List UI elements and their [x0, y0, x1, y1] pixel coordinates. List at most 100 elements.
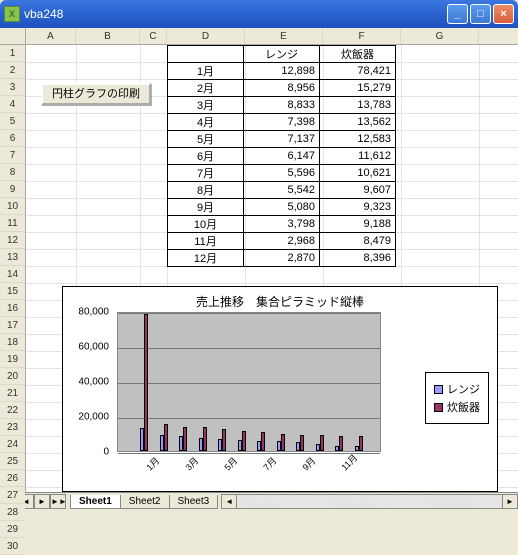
sheet-tab[interactable]: Sheet3: [169, 495, 219, 509]
row-header[interactable]: 19: [0, 351, 25, 368]
scroll-right-button[interactable]: ►: [502, 494, 518, 509]
select-all-corner[interactable]: [0, 28, 25, 45]
table-cell[interactable]: 2,968: [244, 233, 320, 250]
table-cell[interactable]: 6,147: [244, 148, 320, 165]
table-cell[interactable]: 7月: [168, 165, 244, 182]
table-cell[interactable]: 13,783: [320, 97, 396, 114]
table-cell[interactable]: 10,621: [320, 165, 396, 182]
y-tick-label: 80,000: [78, 307, 109, 318]
table-cell[interactable]: 11月: [168, 233, 244, 250]
table-cell[interactable]: 9,188: [320, 216, 396, 233]
table-cell[interactable]: 12,898: [244, 63, 320, 80]
row-header[interactable]: 10: [0, 198, 25, 215]
row-header[interactable]: 8: [0, 164, 25, 181]
table-header-cell[interactable]: レンジ: [244, 46, 320, 63]
column-header[interactable]: G: [401, 28, 479, 44]
table-cell[interactable]: 5月: [168, 131, 244, 148]
grid-area[interactable]: ABCDEFG 円柱グラフの印刷 レンジ炊飯器1月12,89878,4212月8…: [26, 28, 518, 492]
row-header[interactable]: 14: [0, 266, 25, 283]
plot-area: [117, 312, 381, 452]
print-chart-button[interactable]: 円柱グラフの印刷: [41, 83, 151, 105]
row-header[interactable]: 27: [0, 487, 25, 504]
close-button[interactable]: ×: [493, 4, 514, 24]
column-header[interactable]: D: [167, 28, 245, 44]
row-header[interactable]: 11: [0, 215, 25, 232]
table-cell[interactable]: 15,279: [320, 80, 396, 97]
window-title: vba248: [24, 7, 447, 21]
table-cell[interactable]: 10月: [168, 216, 244, 233]
status-bar: [0, 510, 518, 516]
row-header[interactable]: 15: [0, 283, 25, 300]
table-cell[interactable]: 5,596: [244, 165, 320, 182]
table-cell[interactable]: 8,396: [320, 250, 396, 267]
row-header[interactable]: 16: [0, 300, 25, 317]
column-header[interactable]: B: [76, 28, 140, 44]
row-header[interactable]: 24: [0, 436, 25, 453]
table-cell[interactable]: 9,323: [320, 199, 396, 216]
horizontal-scrollbar[interactable]: ◄ ►: [221, 494, 518, 509]
table-cell[interactable]: 1月: [168, 63, 244, 80]
table-cell[interactable]: 8,956: [244, 80, 320, 97]
row-header[interactable]: 18: [0, 334, 25, 351]
scroll-left-button[interactable]: ◄: [221, 494, 237, 509]
tab-nav-last[interactable]: ►►: [50, 494, 66, 509]
table-cell[interactable]: 9,607: [320, 182, 396, 199]
chart-body: 020,00040,00060,00080,000 1月3月5月7月9月11月 …: [63, 312, 497, 484]
table-cell[interactable]: 12月: [168, 250, 244, 267]
table-header-cell[interactable]: 炊飯器: [320, 46, 396, 63]
column-header[interactable]: A: [26, 28, 76, 44]
sheet-tab[interactable]: Sheet2: [120, 495, 170, 509]
table-cell[interactable]: 8月: [168, 182, 244, 199]
table-cell[interactable]: 13,562: [320, 114, 396, 131]
table-cell[interactable]: 9月: [168, 199, 244, 216]
table-cell[interactable]: 7,137: [244, 131, 320, 148]
column-headers: ABCDEFG: [26, 28, 518, 45]
column-header[interactable]: C: [140, 28, 167, 44]
row-header[interactable]: 21: [0, 385, 25, 402]
table-cell[interactable]: 3月: [168, 97, 244, 114]
row-header[interactable]: 20: [0, 368, 25, 385]
table-cell[interactable]: 5,080: [244, 199, 320, 216]
row-header[interactable]: 30: [0, 538, 25, 555]
embedded-chart[interactable]: 売上推移 集合ピラミッド縦棒 020,00040,00060,00080,000…: [62, 286, 498, 492]
minimize-button[interactable]: _: [447, 4, 468, 24]
row-header[interactable]: 12: [0, 232, 25, 249]
row-header[interactable]: 13: [0, 249, 25, 266]
scroll-track[interactable]: [237, 494, 502, 509]
row-header[interactable]: 3: [0, 79, 25, 96]
table-cell[interactable]: 8,833: [244, 97, 320, 114]
row-header[interactable]: 4: [0, 96, 25, 113]
column-header[interactable]: F: [323, 28, 401, 44]
table-cell[interactable]: 2月: [168, 80, 244, 97]
row-header[interactable]: 28: [0, 504, 25, 521]
row-header[interactable]: 7: [0, 147, 25, 164]
table-header-cell[interactable]: [168, 46, 244, 63]
table-cell[interactable]: 2,870: [244, 250, 320, 267]
row-header[interactable]: 29: [0, 521, 25, 538]
table-cell[interactable]: 6月: [168, 148, 244, 165]
maximize-button[interactable]: □: [470, 4, 491, 24]
table-cell[interactable]: 12,583: [320, 131, 396, 148]
row-header[interactable]: 9: [0, 181, 25, 198]
table-cell[interactable]: 8,479: [320, 233, 396, 250]
spreadsheet-workspace: 1234567891011121314151617181920212223242…: [0, 28, 518, 492]
row-header[interactable]: 23: [0, 419, 25, 436]
table-cell[interactable]: 4月: [168, 114, 244, 131]
x-tick-label: 9月: [299, 454, 318, 473]
row-header[interactable]: 2: [0, 62, 25, 79]
row-header[interactable]: 5: [0, 113, 25, 130]
table-cell[interactable]: 7,398: [244, 114, 320, 131]
table-cell[interactable]: 78,421: [320, 63, 396, 80]
row-header[interactable]: 6: [0, 130, 25, 147]
table-cell[interactable]: 11,612: [320, 148, 396, 165]
row-header[interactable]: 22: [0, 402, 25, 419]
row-header[interactable]: 1: [0, 45, 25, 62]
tab-nav-next[interactable]: ►: [34, 494, 50, 509]
row-header[interactable]: 25: [0, 453, 25, 470]
table-cell[interactable]: 3,798: [244, 216, 320, 233]
sheet-tab[interactable]: Sheet1: [70, 495, 121, 509]
row-header[interactable]: 26: [0, 470, 25, 487]
column-header[interactable]: E: [245, 28, 323, 44]
table-cell[interactable]: 5,542: [244, 182, 320, 199]
row-header[interactable]: 17: [0, 317, 25, 334]
